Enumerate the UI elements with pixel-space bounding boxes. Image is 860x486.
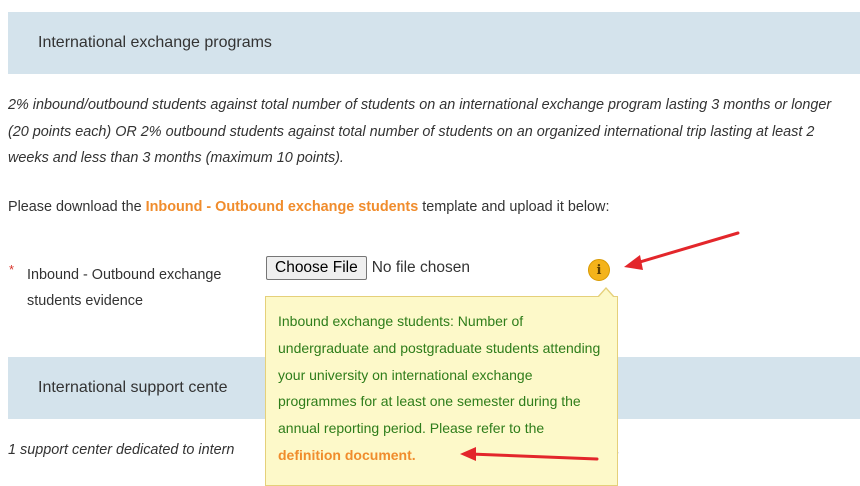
section-title: International support cente [38, 379, 228, 396]
section-header-exchange-programs: International exchange programs [8, 12, 860, 74]
arrow-to-info-icon [624, 231, 740, 270]
template-download-link[interactable]: Inbound - Outbound exchange students [146, 199, 419, 215]
section-description: 2% inbound/outbound students against tot… [8, 97, 832, 166]
section-description: 1 support center dedicated to intern [8, 442, 235, 458]
evidence-field-label: Inbound - Outbound exchange students evi… [27, 267, 222, 309]
required-asterisk: * [9, 262, 15, 277]
section-title: International exchange programs [38, 34, 272, 51]
file-status: No file chosen [371, 259, 470, 276]
definition-document-link[interactable]: definition document. [278, 447, 416, 463]
choose-file-button[interactable]: Choose File [266, 256, 367, 280]
tooltip-text: Inbound exchange students: Number of und… [278, 313, 601, 437]
tooltip-caret-fill [598, 289, 614, 298]
evidence-file-input[interactable]: Choose File No file chosen [266, 256, 470, 280]
download-suffix: template and upload it below: [418, 199, 610, 215]
info-tooltip: Inbound exchange students: Number of und… [265, 296, 618, 486]
info-icon[interactable]: i [588, 259, 610, 281]
download-prefix: Please download the [8, 199, 146, 215]
download-instruction: Please download the Inbound - Outbound e… [8, 199, 609, 215]
